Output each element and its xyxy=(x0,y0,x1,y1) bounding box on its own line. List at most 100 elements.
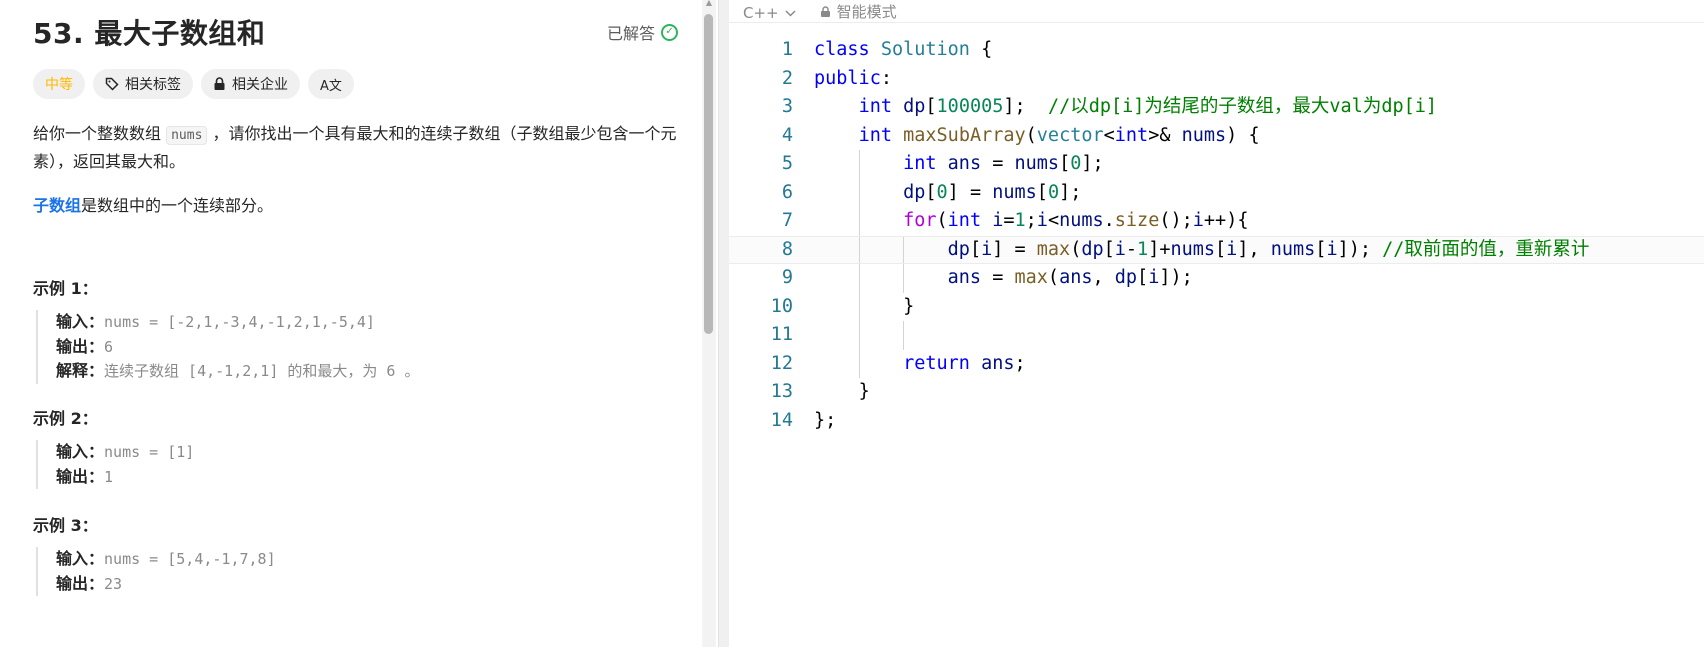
check-circle-icon: ✓ xyxy=(661,23,679,41)
lock-icon xyxy=(820,5,830,17)
line-number: 11 xyxy=(770,324,793,345)
example-2-block: 输入：nums = [1] 输出：1 xyxy=(36,440,194,489)
editor-toolbar: C++ 智能模式 xyxy=(729,0,1704,23)
solved-label: 已解答 xyxy=(607,24,656,43)
line-number: 1 xyxy=(781,39,793,60)
code-text: } xyxy=(858,381,870,402)
code-text: dp[0] = nums[0]; xyxy=(903,181,1082,203)
description-scrollbar-thumb[interactable] xyxy=(704,14,713,334)
code-text: return ans; xyxy=(903,352,1026,374)
code-text: } xyxy=(903,295,915,317)
code-line[interactable]: 3 int dp[100005]; //以dp[i]为结尾的子数组，最大val为… xyxy=(729,93,1704,122)
example-3-title: 示例 3： xyxy=(33,516,98,535)
code-line[interactable]: 1 class Solution { xyxy=(729,36,1704,65)
inline-code-nums: nums xyxy=(166,126,208,145)
example-3-input-row: 输入：nums = [5,4,-1,7,8] xyxy=(56,547,276,572)
code-line[interactable]: 6 dp[0] = nums[0]; xyxy=(729,178,1704,207)
example-1-input-row: 输入：nums = [-2,1,-3,4,-1,2,1,-5,4] xyxy=(56,310,419,335)
translate-icon: A文 xyxy=(320,78,342,94)
related-companies-button[interactable]: 相关企业 xyxy=(201,69,300,99)
related-companies-label: 相关企业 xyxy=(232,77,288,93)
code-line[interactable]: 9 ans = max(ans, dp[i]); xyxy=(729,264,1704,293)
problem-description: 给你一个整数数组 nums ，请你找出一个具有最大和的连续子数组（子数组最少包含… xyxy=(33,121,683,175)
example-1-title: 示例 1： xyxy=(33,279,98,298)
example-1-input: nums = [-2,1,-3,4,-1,2,1,-5,4] xyxy=(104,313,375,331)
code-text: int maxSubArray(vector<int>& nums) { xyxy=(858,124,1260,146)
code-line[interactable]: 2 public: xyxy=(729,65,1704,94)
line-number: 12 xyxy=(770,352,793,374)
language-selector[interactable]: C++ xyxy=(743,4,796,22)
code-text: int ans = nums[0]; xyxy=(903,153,1104,174)
difficulty-badge: 中等 xyxy=(33,69,85,99)
line-number: 7 xyxy=(781,210,793,231)
code-text: dp[i] = max(dp[i-1]+nums[i], nums[i]); /… xyxy=(947,238,1590,260)
example-1-output-row: 输出：6 xyxy=(56,335,419,360)
example-2-title: 示例 2： xyxy=(33,409,98,428)
example-3-input: nums = [5,4,-1,7,8] xyxy=(104,550,276,568)
input-label: 输入： xyxy=(56,549,105,568)
translate-button[interactable]: A文 xyxy=(308,69,354,99)
code-line[interactable]: 13 } xyxy=(729,378,1704,407)
example-2-input-row: 输入：nums = [1] xyxy=(56,440,194,465)
line-number: 10 xyxy=(770,295,793,317)
problem-title: 53. 最大子数组和 xyxy=(33,17,266,50)
example-1-block: 输入：nums = [-2,1,-3,4,-1,2,1,-5,4] 输出：6 解… xyxy=(36,310,419,384)
code-area[interactable]: 1 class Solution { 2 public: 3 int dp[100005… xyxy=(729,36,1704,435)
scroll-up-arrow-icon[interactable]: ▲ xyxy=(703,0,715,7)
lock-icon xyxy=(214,77,225,90)
code-editor[interactable]: C++ 智能模式 1 class Solution { 2 public: 3 int … xyxy=(729,0,1704,647)
output-label: 输出： xyxy=(56,573,105,593)
code-line[interactable]: 12 return ans; xyxy=(729,349,1704,378)
code-line[interactable]: 14}; xyxy=(729,407,1704,436)
output-label: 输出： xyxy=(56,336,105,356)
code-line[interactable]: 10 } xyxy=(729,292,1704,321)
code-line[interactable]: 11 xyxy=(729,321,1704,350)
line-number: 4 xyxy=(781,124,793,146)
code-line[interactable]: 5 int ans = nums[0]; xyxy=(729,150,1704,179)
example-3-output: 23 xyxy=(104,574,123,593)
tag-icon xyxy=(105,77,119,91)
example-1-explain: 连续子数组 [4,-1,2,1] 的和最大，为 6 。 xyxy=(104,362,420,380)
example-2-output-row: 输出：1 xyxy=(56,465,194,490)
editor-mode-label: 智能模式 xyxy=(836,3,897,21)
solved-status[interactable]: 已解答 ✓ xyxy=(607,20,679,44)
input-label: 输入： xyxy=(56,442,105,461)
subarray-definition: 子数组是数组中的一个连续部分。 xyxy=(33,192,273,216)
example-1-explain-row: 解释：连续子数组 [4,-1,2,1] 的和最大，为 6 。 xyxy=(56,359,419,384)
line-number: 9 xyxy=(781,267,793,288)
indent-guide xyxy=(903,321,905,350)
code-text: public: xyxy=(814,67,892,89)
input-label: 输入： xyxy=(56,312,105,331)
code-line[interactable]: 7 for(int i=1;i<nums.size();i++){ xyxy=(729,207,1704,236)
code-text: ans = max(ans, dp[i]); xyxy=(947,267,1193,288)
line-number: 5 xyxy=(781,153,793,174)
indent-guide xyxy=(858,321,860,350)
example-1-output: 6 xyxy=(104,337,114,356)
subarray-link[interactable]: 子数组 xyxy=(33,196,81,215)
tag-row: 中等 相关标签 相关企业 A文 xyxy=(33,69,354,99)
example-2-output: 1 xyxy=(104,467,114,486)
related-tags-button[interactable]: 相关标签 xyxy=(93,69,193,99)
example-2-input: nums = [1] xyxy=(104,443,195,461)
subarray-definition-text: 是数组中的一个连续部分。 xyxy=(81,196,274,215)
line-number: 14 xyxy=(770,409,793,431)
code-line[interactable]: 4 int maxSubArray(vector<int>& nums) { xyxy=(729,122,1704,151)
difficulty-label: 中等 xyxy=(45,77,73,93)
line-number: 3 xyxy=(781,96,793,117)
example-3-output-row: 输出：23 xyxy=(56,572,276,597)
code-text: }; xyxy=(814,409,837,431)
code-text: for(int i=1;i<nums.size();i++){ xyxy=(903,210,1249,231)
line-number: 8 xyxy=(781,238,793,260)
line-number: 2 xyxy=(781,67,793,89)
chevron-down-icon xyxy=(785,9,796,17)
example-3-block: 输入：nums = [5,4,-1,7,8] 输出：23 xyxy=(36,547,276,596)
code-text: int dp[100005]; //以dp[i]为结尾的子数组，最大val为dp… xyxy=(858,96,1438,117)
code-line[interactable]: 8 dp[i] = max(dp[i-1]+nums[i], nums[i]);… xyxy=(729,235,1704,264)
desc-text-1: 给你一个整数数组 xyxy=(33,124,162,143)
output-label: 输出： xyxy=(56,466,105,486)
line-number: 13 xyxy=(770,381,793,402)
editor-mode-toggle[interactable]: 智能模式 xyxy=(820,1,897,22)
related-tags-label: 相关标签 xyxy=(125,77,181,93)
code-text: class Solution { xyxy=(814,39,993,60)
line-number: 6 xyxy=(781,181,793,203)
